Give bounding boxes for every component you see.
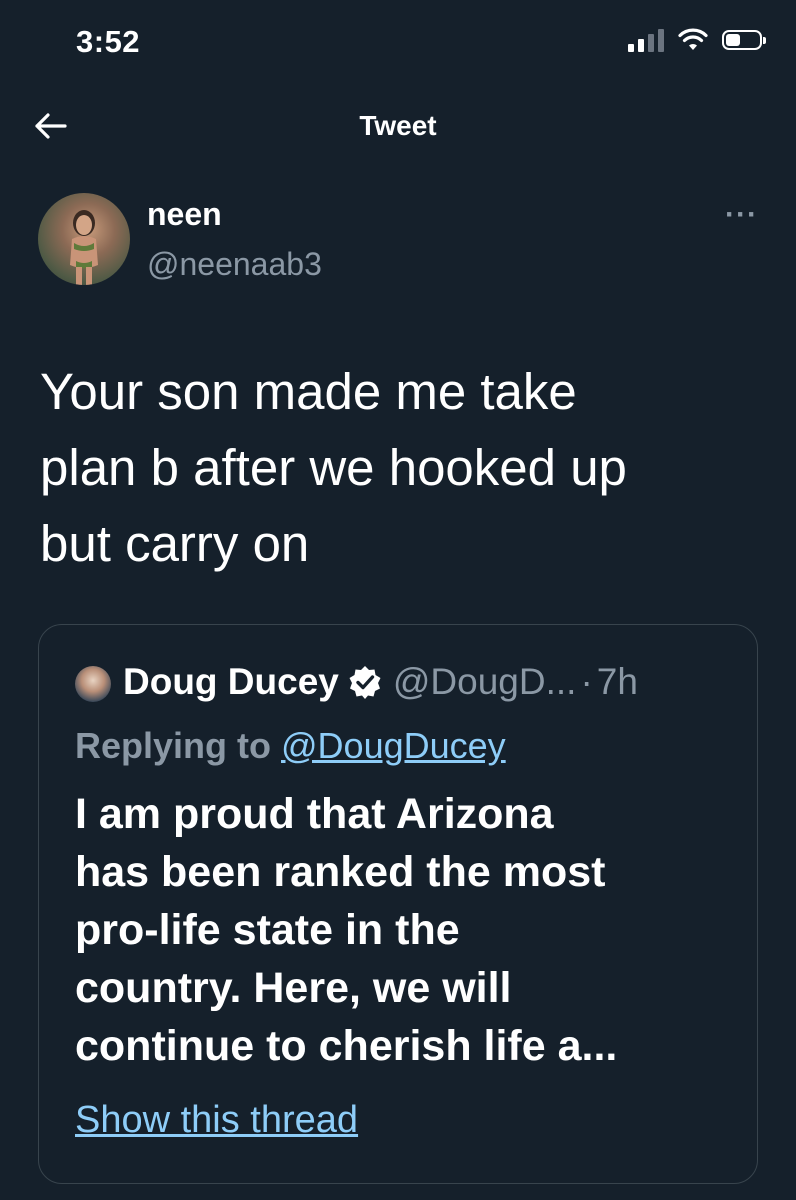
author-avatar[interactable] [38, 193, 130, 285]
tweet-text: Your son made me take plan b after we ho… [40, 354, 770, 582]
status-bar-icons [628, 28, 766, 52]
quoted-text-line: has been ranked the most [75, 848, 606, 896]
quoted-text-line: continue to cherish life a... [75, 1022, 618, 1070]
status-bar-time: 3:52 [76, 24, 141, 59]
avatar-photo [70, 210, 98, 285]
replying-to-label: Replying to [75, 725, 271, 766]
quoted-tweet-card[interactable]: Doug Ducey @DougD... · 7h Replying to @D… [38, 624, 758, 1184]
replying-to: Replying to @DougDucey [75, 725, 506, 767]
author-handle[interactable]: @neenaab3 [147, 246, 322, 283]
show-thread-link[interactable]: Show this thread [75, 1099, 358, 1142]
author-name[interactable]: neen [147, 196, 222, 233]
header-separator: · [580, 661, 593, 702]
verified-badge-icon [349, 666, 381, 699]
tweet-text-line: but carry on [40, 515, 310, 572]
tweet-detail-screen: 3:52 Tweet neen @neenaab3 ··· Your son m… [0, 0, 796, 1200]
cellular-signal-icon [628, 28, 664, 52]
quoted-author-avatar [75, 666, 111, 702]
wifi-icon [678, 28, 708, 50]
quoted-text-line: pro-life state in the [75, 906, 460, 954]
replying-to-handle-link[interactable]: @DougDucey [281, 725, 506, 766]
quoted-author-name: Doug Ducey [123, 661, 339, 702]
quoted-author-handle: @DougD... [392, 661, 577, 702]
quoted-tweet-header: Doug Ducey @DougD... · 7h [123, 661, 638, 703]
tweet-text-line: Your son made me take [40, 363, 577, 420]
page-title: Tweet [359, 110, 437, 141]
quoted-text-line: country. Here, we will [75, 964, 512, 1012]
battery-icon [722, 30, 766, 50]
quoted-tweet-text: I am proud that Arizona has been ranked … [75, 785, 735, 1075]
tweet-text-line: plan b after we hooked up [40, 439, 627, 496]
quoted-tweet-time: 7h [596, 661, 638, 702]
quoted-text-line: I am proud that Arizona [75, 790, 554, 838]
more-options-button[interactable]: ··· [725, 198, 758, 232]
